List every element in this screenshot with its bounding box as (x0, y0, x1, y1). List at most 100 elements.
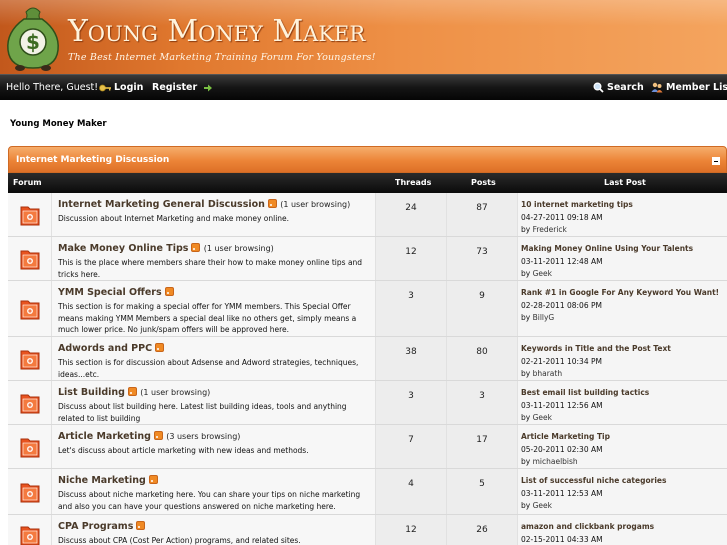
last-post-user-link[interactable]: Geek (533, 501, 552, 510)
threads-cell: 3 (376, 281, 447, 336)
forum-info-cell: List Building (1 user browsing) Discuss a… (52, 381, 376, 424)
forum-status-cell (8, 515, 52, 545)
forum-status-cell (8, 425, 52, 468)
posts-cell: 26 (447, 515, 518, 545)
thread-count: 24 (405, 203, 417, 213)
category-title[interactable]: Internet Marketing Discussion (16, 155, 169, 165)
by-label: by (521, 313, 531, 322)
forum-name-link[interactable]: Internet Marketing General Discussion (58, 199, 265, 210)
last-post-cell: Article Marketing Tip 05-20-2011 02:30 AM… (518, 425, 727, 468)
threads-cell: 3 (376, 381, 447, 424)
thread-count: 3 (408, 391, 414, 401)
last-post-cell: 10 internet marketing tips 04-27-2011 09:… (518, 193, 727, 236)
last-post-author: by Geek (521, 413, 552, 422)
forum-info-cell: Adwords and PPC This section is for disc… (52, 337, 376, 380)
site-title[interactable]: Young Money Maker (68, 14, 365, 49)
users-browsing: (1 user browsing) (280, 200, 351, 209)
breadcrumb[interactable]: Young Money Maker (10, 119, 107, 129)
last-post-title-link[interactable]: Rank #1 in Google For Any Keyword You Wa… (521, 288, 719, 297)
member-list-label: Member List (666, 82, 727, 93)
login-link[interactable]: Login (99, 82, 143, 93)
by-label: by (521, 269, 531, 278)
rss-icon[interactable] (148, 475, 158, 484)
forum-status-cell (8, 381, 52, 424)
threads-cell: 38 (376, 337, 447, 380)
last-post-date: 02-28-2011 08:06 PM (521, 301, 602, 310)
forum-name-link[interactable]: Niche Marketing (58, 475, 146, 486)
last-post-user-link[interactable]: Geek (533, 269, 552, 278)
forum-title-line: YMM Special Offers (58, 287, 174, 298)
site-header: $ Young Money Maker The Best Internet Ma… (0, 0, 727, 74)
last-post-cell: List of successful niche categories 03-11… (518, 469, 727, 514)
rss-icon[interactable] (164, 287, 174, 296)
post-count: 87 (476, 203, 488, 213)
last-post-date: 03-11-2011 12:48 AM (521, 257, 603, 266)
last-post-title-link[interactable]: amazon and clickbank progams (521, 522, 654, 531)
forum-name-link[interactable]: CPA Programs (58, 521, 133, 532)
forum-folder-icon (20, 206, 40, 226)
post-count: 80 (476, 347, 488, 357)
forum-row: Make Money Online Tips (1 user browsing)… (8, 237, 727, 281)
forum-info-cell: Niche Marketing Discuss about niche mark… (52, 469, 376, 514)
by-label: by (521, 225, 531, 234)
last-post-title-link[interactable]: Keywords in Title and the Post Text (521, 344, 671, 353)
forum-row: CPA Programs Discuss about CPA (Cost Per… (8, 515, 727, 545)
forum-name-link[interactable]: Article Marketing (58, 431, 151, 442)
rss-icon[interactable] (153, 431, 163, 440)
thread-count: 7 (408, 435, 414, 445)
top-navbar: Hello There, Guest! Login Register Searc… (0, 74, 727, 100)
last-post-date: 02-21-2011 10:34 PM (521, 357, 602, 366)
column-header-row: Forum Threads Posts Last Post (8, 173, 727, 193)
forum-name-link[interactable]: Adwords and PPC (58, 343, 152, 354)
forum-status-cell (8, 337, 52, 380)
last-post-title-link[interactable]: Best email list building tactics (521, 388, 649, 397)
forum-description: This is the place where members share th… (58, 258, 363, 279)
forum-folder-icon (20, 483, 40, 503)
forum-name-link[interactable]: List Building (58, 387, 125, 398)
by-label: by (521, 457, 531, 466)
forum-list: Internet Marketing General Discussion (1… (8, 193, 727, 545)
threads-cell: 24 (376, 193, 447, 236)
column-forum: Forum (13, 178, 42, 187)
last-post-title-link[interactable]: Article Marketing Tip (521, 432, 610, 441)
login-label: Login (114, 82, 144, 93)
rss-icon[interactable] (136, 521, 146, 530)
forum-title-line: Adwords and PPC (58, 343, 165, 354)
last-post-user-link[interactable]: BillyG (533, 313, 555, 322)
register-link[interactable]: Register (152, 82, 216, 93)
search-link[interactable]: Search (593, 82, 644, 93)
forum-status-cell (8, 469, 52, 514)
last-post-title-link[interactable]: 10 internet marketing tips (521, 200, 633, 209)
by-label: by (521, 501, 531, 510)
rss-icon[interactable] (267, 199, 277, 208)
by-label: by (521, 413, 531, 422)
forum-row: Internet Marketing General Discussion (1… (8, 193, 727, 237)
collapse-icon[interactable] (712, 157, 720, 165)
threads-cell: 12 (376, 237, 447, 280)
arrow-right-icon (204, 84, 213, 91)
last-post-title-link[interactable]: List of successful niche categories (521, 476, 666, 485)
rss-icon[interactable] (127, 387, 137, 396)
column-posts: Posts (471, 178, 496, 187)
forum-name-link[interactable]: YMM Special Offers (58, 287, 162, 298)
forum-description: Let's discuss about article marketing wi… (58, 446, 309, 455)
last-post-user-link[interactable]: Frederick (533, 225, 567, 234)
rss-icon[interactable] (155, 343, 165, 352)
last-post-date: 03-11-2011 12:56 AM (521, 401, 603, 410)
guest-greeting: Hello There, Guest! (6, 82, 99, 93)
money-bag-logo-icon[interactable]: $ (4, 2, 62, 72)
last-post-author: by michaelbish (521, 457, 578, 466)
last-post-user-link[interactable]: Geek (533, 413, 552, 422)
last-post-user-link[interactable]: michaelbish (533, 457, 578, 466)
forum-row: YMM Special Offers This section is for m… (8, 281, 727, 337)
last-post-title-link[interactable]: Making Money Online Using Your Talents (521, 244, 693, 253)
threads-cell: 4 (376, 469, 447, 514)
forum-description: Discussion about Internet Marketing and … (58, 214, 290, 223)
forum-name-link[interactable]: Make Money Online Tips (58, 243, 188, 254)
forum-description: Discuss about niche marketing here. You … (58, 490, 361, 511)
rss-icon[interactable] (191, 243, 201, 252)
forum-description: This section is for making a special off… (58, 302, 357, 334)
last-post-user-link[interactable]: bharath (533, 369, 562, 378)
member-list-link[interactable]: Member List (651, 82, 727, 93)
forum-folder-icon (20, 394, 40, 414)
